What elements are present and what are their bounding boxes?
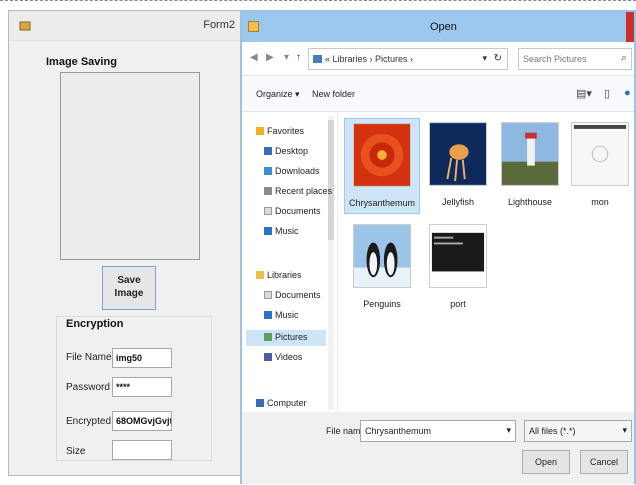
file-name-input[interactable]: img50 [112, 348, 172, 368]
video-icon [264, 353, 272, 361]
navigation-bar: ◀ ▶ ▾ ↑ « Libraries › Pictures › ▾ ↻ Sea… [242, 42, 634, 76]
nav-item-lib-music[interactable]: Music [264, 310, 299, 320]
nav-item-music[interactable]: Music [264, 226, 299, 236]
refresh-icon[interactable]: ↻ [494, 53, 502, 64]
nav-item-lib-videos[interactable]: Videos [264, 352, 302, 362]
save-image-button[interactable]: Save Image [102, 266, 156, 310]
app-icon [19, 21, 31, 31]
file-name: port [450, 299, 466, 309]
nav-item-computer[interactable]: Computer [256, 398, 307, 408]
file-name-value: Chrysanthemum [365, 426, 432, 436]
lighthouse-thumbnail-icon [501, 122, 559, 186]
jellyfish-thumbnail-icon [429, 122, 487, 186]
page-border [0, 0, 636, 6]
dialog-footer: File name: Chrysanthemum ▾ All files (*.… [242, 412, 634, 484]
file-name-label: File Name [66, 352, 112, 363]
open-button[interactable]: Open [522, 450, 570, 474]
download-icon [264, 167, 272, 175]
address-bar[interactable]: « Libraries › Pictures › ▾ ↻ [308, 48, 508, 70]
library-icon [256, 271, 264, 279]
flower-thumbnail-icon [353, 123, 411, 187]
search-icon: ⌕ [620, 52, 627, 64]
file-item-penguins[interactable]: Penguins [344, 224, 420, 309]
file-item-chrysanthemum[interactable]: Chrysanthemum [344, 118, 420, 214]
chevron-down-icon[interactable]: ▾ [506, 425, 511, 436]
nav-item-lib-pictures[interactable]: Pictures [264, 332, 308, 342]
encrypted-label: Encrypted [66, 416, 112, 427]
close-button[interactable] [626, 12, 634, 42]
search-input[interactable]: Search Pictures ⌕ [518, 48, 632, 70]
preview-pane-icon[interactable]: ▯ [604, 87, 610, 100]
open-titlebar[interactable]: Open [242, 12, 634, 42]
nav-item-lib-documents[interactable]: Documents [264, 290, 321, 300]
image-preview-box [60, 72, 200, 260]
file-name: Jellyfish [441, 197, 474, 207]
picture-icon [264, 333, 272, 341]
open-title: Open [430, 21, 457, 33]
help-icon[interactable]: ● [624, 87, 631, 99]
back-arrow-icon[interactable]: ◀ [250, 52, 258, 63]
file-item-lighthouse[interactable]: Lighthouse [492, 122, 568, 207]
password-input[interactable]: **** [112, 377, 172, 397]
nav-scrollbar[interactable] [328, 116, 334, 410]
file-list: Chrysanthemum Jellyfish Lighthouse mon P… [338, 112, 634, 412]
file-item-port[interactable]: port [420, 224, 496, 309]
form2-title: Form2 [203, 19, 235, 31]
chevron-down-icon[interactable]: ▾ [482, 53, 487, 64]
file-type-select[interactable]: All files (*.*) ▾ [524, 420, 632, 442]
music-icon [264, 311, 272, 319]
file-type-value: All files (*.*) [529, 426, 576, 436]
file-name: Lighthouse [507, 197, 553, 207]
toolbar: Organize ▾ New folder ▤▾ ▯ ● [242, 76, 634, 112]
penguins-thumbnail-icon [353, 224, 411, 288]
forward-arrow-icon[interactable]: ▶ [266, 52, 274, 63]
recent-icon [264, 187, 272, 195]
nav-item-desktop[interactable]: Desktop [264, 146, 308, 156]
navigation-pane: Favorites Desktop Downloads Recent place… [242, 112, 338, 412]
nav-item-recent[interactable]: Recent places [264, 186, 332, 196]
file-name-combo[interactable]: Chrysanthemum ▾ [360, 420, 516, 442]
screenshot-thumbnail-icon [429, 224, 487, 288]
nav-item-favorites[interactable]: Favorites [256, 126, 304, 136]
nav-item-documents[interactable]: Documents [264, 206, 321, 216]
new-folder-button[interactable]: New folder [312, 89, 355, 99]
up-arrow-icon[interactable]: ↑ [296, 52, 301, 63]
encryption-title: Encryption [66, 318, 124, 330]
organize-button[interactable]: Organize ▾ [256, 89, 300, 100]
image-saving-label: Image Saving [46, 56, 117, 68]
document-icon [264, 291, 272, 299]
address-path: « Libraries › Pictures › [325, 54, 414, 64]
size-label: Size [66, 446, 86, 457]
image-thumbnail-icon [571, 122, 629, 186]
form2-titlebar[interactable]: Form2 [9, 11, 243, 41]
file-name: Chrysanthemum [348, 198, 416, 208]
dropdown-icon[interactable]: ▾ [284, 52, 289, 63]
size-input[interactable] [112, 440, 172, 460]
file-item-mon[interactable]: mon [562, 122, 636, 207]
desktop-icon [264, 147, 272, 155]
search-placeholder: Search Pictures [523, 54, 587, 64]
password-label: Password [66, 382, 110, 393]
computer-icon [256, 399, 264, 407]
view-options-icon[interactable]: ▤▾ [576, 87, 592, 100]
open-dialog: Open ◀ ▶ ▾ ↑ « Libraries › Pictures › ▾ … [240, 10, 636, 484]
file-name: mon [591, 197, 609, 207]
star-icon [256, 127, 264, 135]
nav-item-downloads[interactable]: Downloads [264, 166, 320, 176]
document-icon [264, 207, 272, 215]
library-icon [313, 55, 322, 63]
chevron-down-icon[interactable]: ▾ [622, 425, 627, 436]
encrypted-output[interactable]: 68OMGvjGvjt [112, 411, 172, 431]
file-item-jellyfish[interactable]: Jellyfish [420, 122, 496, 207]
music-icon [264, 227, 272, 235]
cancel-button[interactable]: Cancel [580, 450, 628, 474]
file-name: Penguins [363, 299, 401, 309]
folder-icon [248, 21, 259, 32]
nav-item-libraries[interactable]: Libraries [256, 270, 302, 280]
